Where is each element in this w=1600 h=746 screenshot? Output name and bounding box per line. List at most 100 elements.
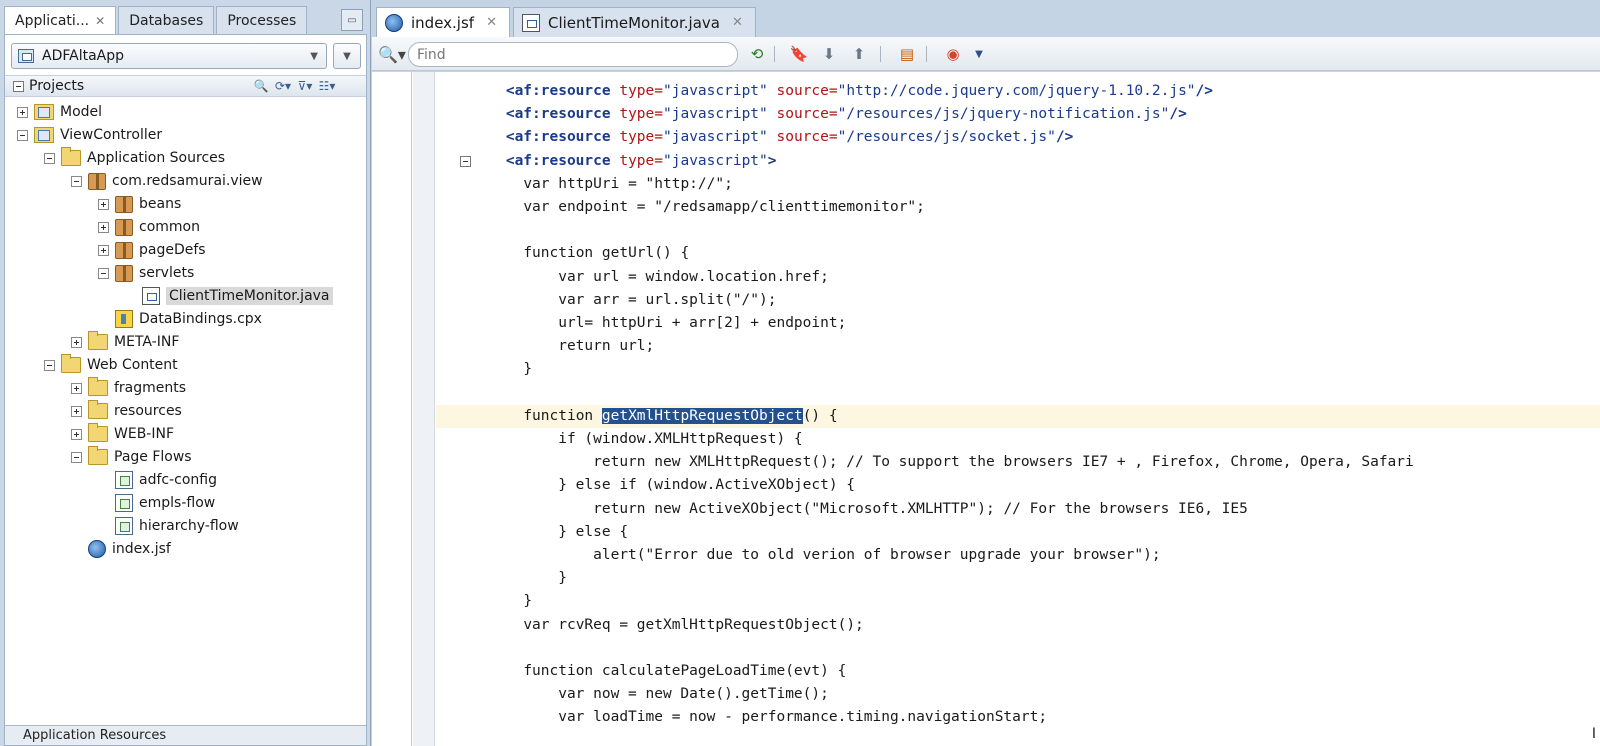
tree-node[interactable]: ClientTimeMonitor.java bbox=[125, 285, 333, 307]
code-token: "/resources/js/socket.js" bbox=[837, 129, 1056, 146]
code-line[interactable]: url= httpUri + arr[2] + endpoint; bbox=[436, 312, 1600, 335]
code-line[interactable]: return url; bbox=[436, 335, 1600, 358]
tree-node[interactable]: beans bbox=[98, 193, 181, 215]
tab-client-time-monitor[interactable]: ClientTimeMonitor.java ✕ bbox=[512, 7, 756, 37]
expand-icon[interactable] bbox=[71, 382, 82, 394]
code-line[interactable]: <af:resource type="javascript" source="h… bbox=[436, 80, 1600, 103]
code-line[interactable]: alert("Error due to old verion of browse… bbox=[436, 544, 1600, 567]
tree-node[interactable]: com.redsamurai.view bbox=[71, 170, 263, 192]
close-icon[interactable]: ✕ bbox=[486, 15, 497, 30]
code-editor[interactable]: <af:resource type="javascript" source="h… bbox=[372, 72, 1600, 746]
code-line[interactable]: var now = new Date().getTime(); bbox=[436, 683, 1600, 706]
code-line[interactable]: var loadTime = now - performance.timing.… bbox=[436, 706, 1600, 729]
tree-node[interactable]: hierarchy-flow bbox=[98, 515, 239, 537]
code-line[interactable]: var arr = url.split("/"); bbox=[436, 289, 1600, 312]
application-selector[interactable]: ADFAltaApp ▼ bbox=[11, 43, 327, 69]
code-line[interactable]: var url = window.location.href; bbox=[436, 266, 1600, 289]
close-icon[interactable]: ✕ bbox=[732, 15, 743, 30]
folder-icon bbox=[88, 377, 108, 396]
tree-node[interactable]: META-INF bbox=[71, 331, 179, 353]
code-line[interactable]: function getXmlHttpRequestObject() { bbox=[436, 404, 1600, 428]
code-line[interactable]: } bbox=[436, 358, 1600, 381]
tree-node[interactable]: Page Flows bbox=[71, 446, 192, 468]
bookmark-icon[interactable]: 🔖 bbox=[788, 44, 810, 64]
tree-node[interactable]: Web Content bbox=[44, 354, 178, 376]
code-line[interactable]: } else { bbox=[436, 521, 1600, 544]
expand-icon[interactable] bbox=[71, 336, 82, 348]
tab-applications[interactable]: Applicati... ✕ bbox=[4, 6, 117, 34]
code-line[interactable]: } bbox=[436, 567, 1600, 590]
code-line[interactable]: var rcvReq = getXmlHttpRequestObject(); bbox=[436, 614, 1600, 637]
expand-icon[interactable] bbox=[98, 198, 109, 210]
chrome-browser-icon[interactable]: ◉ bbox=[942, 44, 964, 64]
navigator-search-icon[interactable]: 🔍 bbox=[252, 77, 270, 95]
application-resources-panel[interactable]: Application Resources bbox=[5, 725, 366, 745]
tree-node[interactable]: servlets bbox=[98, 262, 194, 284]
expand-icon[interactable] bbox=[71, 405, 82, 417]
collapse-icon[interactable] bbox=[71, 175, 82, 187]
collapse-icon[interactable] bbox=[13, 80, 24, 92]
code-line[interactable]: function calculatePageLoadTime(evt) { bbox=[436, 660, 1600, 683]
code-line[interactable]: <af:resource type="javascript" source="/… bbox=[436, 126, 1600, 149]
tree-node[interactable]: fragments bbox=[71, 377, 186, 399]
tree-node[interactable]: empls-flow bbox=[98, 492, 215, 514]
collapse-icon[interactable] bbox=[71, 451, 82, 463]
code-line[interactable]: var httpUri = "http://"; bbox=[436, 173, 1600, 196]
tree-node[interactable]: common bbox=[98, 216, 200, 238]
jsf-file-icon bbox=[385, 13, 403, 32]
tree-node[interactable]: DataBindings.cpx bbox=[98, 308, 262, 330]
chevron-down-icon[interactable]: ▼ bbox=[968, 44, 990, 64]
code-line[interactable]: return new XMLHttpRequest(); // To suppo… bbox=[436, 451, 1600, 474]
find-input[interactable] bbox=[408, 42, 738, 67]
code-line[interactable]: <af:resource type="javascript"> bbox=[436, 150, 1600, 173]
collapse-icon[interactable] bbox=[44, 359, 55, 371]
close-icon[interactable]: ✕ bbox=[95, 14, 105, 28]
code-line[interactable]: if (window.XMLHttpRequest) { bbox=[436, 428, 1600, 451]
collapse-icon[interactable] bbox=[17, 129, 28, 141]
tree-node[interactable]: Application Sources bbox=[44, 147, 225, 169]
code-line[interactable] bbox=[436, 219, 1600, 242]
code-line[interactable]: var endpoint = "/redsamapp/clienttimemon… bbox=[436, 196, 1600, 219]
collapse-icon[interactable] bbox=[98, 267, 109, 279]
editor-tabs: index.jsf ✕ ClientTimeMonitor.java ✕ bbox=[376, 7, 759, 37]
code-line[interactable] bbox=[436, 382, 1600, 405]
tree-options-icon[interactable]: ☷▾ bbox=[318, 77, 336, 95]
minimize-button[interactable]: ▭ bbox=[341, 9, 363, 31]
tree-node[interactable]: pageDefs bbox=[98, 239, 206, 261]
selected-text: getXmlHttpRequestObject bbox=[601, 407, 803, 424]
tree-node[interactable]: adfc-config bbox=[98, 469, 217, 491]
code-line[interactable]: <af:resource type="javascript" source="/… bbox=[436, 103, 1600, 126]
code-line[interactable]: function getUrl() { bbox=[436, 242, 1600, 265]
code-line[interactable]: } else if (window.ActiveXObject) { bbox=[436, 474, 1600, 497]
code-line[interactable]: } bbox=[436, 590, 1600, 613]
layout-icon[interactable]: ▤ bbox=[896, 44, 918, 64]
tab-databases[interactable]: Databases bbox=[118, 6, 215, 34]
expand-icon[interactable] bbox=[71, 428, 82, 440]
code-token: source= bbox=[776, 83, 838, 99]
search-icon[interactable]: 🔍▾ bbox=[378, 45, 408, 64]
code-line[interactable]: return new ActiveXObject("Microsoft.XMLH… bbox=[436, 498, 1600, 521]
filter-icon[interactable]: ⊽▾ bbox=[296, 77, 314, 95]
expand-icon[interactable] bbox=[98, 221, 109, 233]
expand-icon[interactable] bbox=[98, 244, 109, 256]
tree-node[interactable]: index.jsf bbox=[71, 538, 171, 560]
tree-node[interactable]: WEB-INF bbox=[71, 423, 174, 445]
expand-icon[interactable] bbox=[17, 106, 28, 118]
tab-processes[interactable]: Processes bbox=[216, 6, 308, 34]
sync-icon[interactable]: ⟳▾ bbox=[274, 77, 292, 95]
previous-bookmark-icon[interactable]: ⬇ bbox=[818, 44, 840, 64]
code-token: var now = new Date().getTime(); bbox=[558, 686, 829, 703]
application-menu-button[interactable]: ▼ bbox=[333, 43, 361, 69]
next-bookmark-icon[interactable]: ⬆ bbox=[848, 44, 870, 64]
collapse-icon[interactable] bbox=[44, 152, 55, 164]
tab-index-jsf[interactable]: index.jsf ✕ bbox=[376, 7, 510, 37]
tree-node[interactable]: ViewController bbox=[17, 124, 162, 146]
tree-node[interactable]: Model bbox=[17, 101, 102, 123]
code-token: } bbox=[523, 361, 533, 378]
code-token: <af:resource bbox=[505, 106, 620, 123]
refresh-icon[interactable]: ⟲ bbox=[746, 44, 768, 64]
editor-area: index.jsf ✕ ClientTimeMonitor.java ✕ 🔍▾ … bbox=[372, 0, 1600, 746]
code-line[interactable] bbox=[436, 637, 1600, 660]
tree-node[interactable]: resources bbox=[71, 400, 182, 422]
